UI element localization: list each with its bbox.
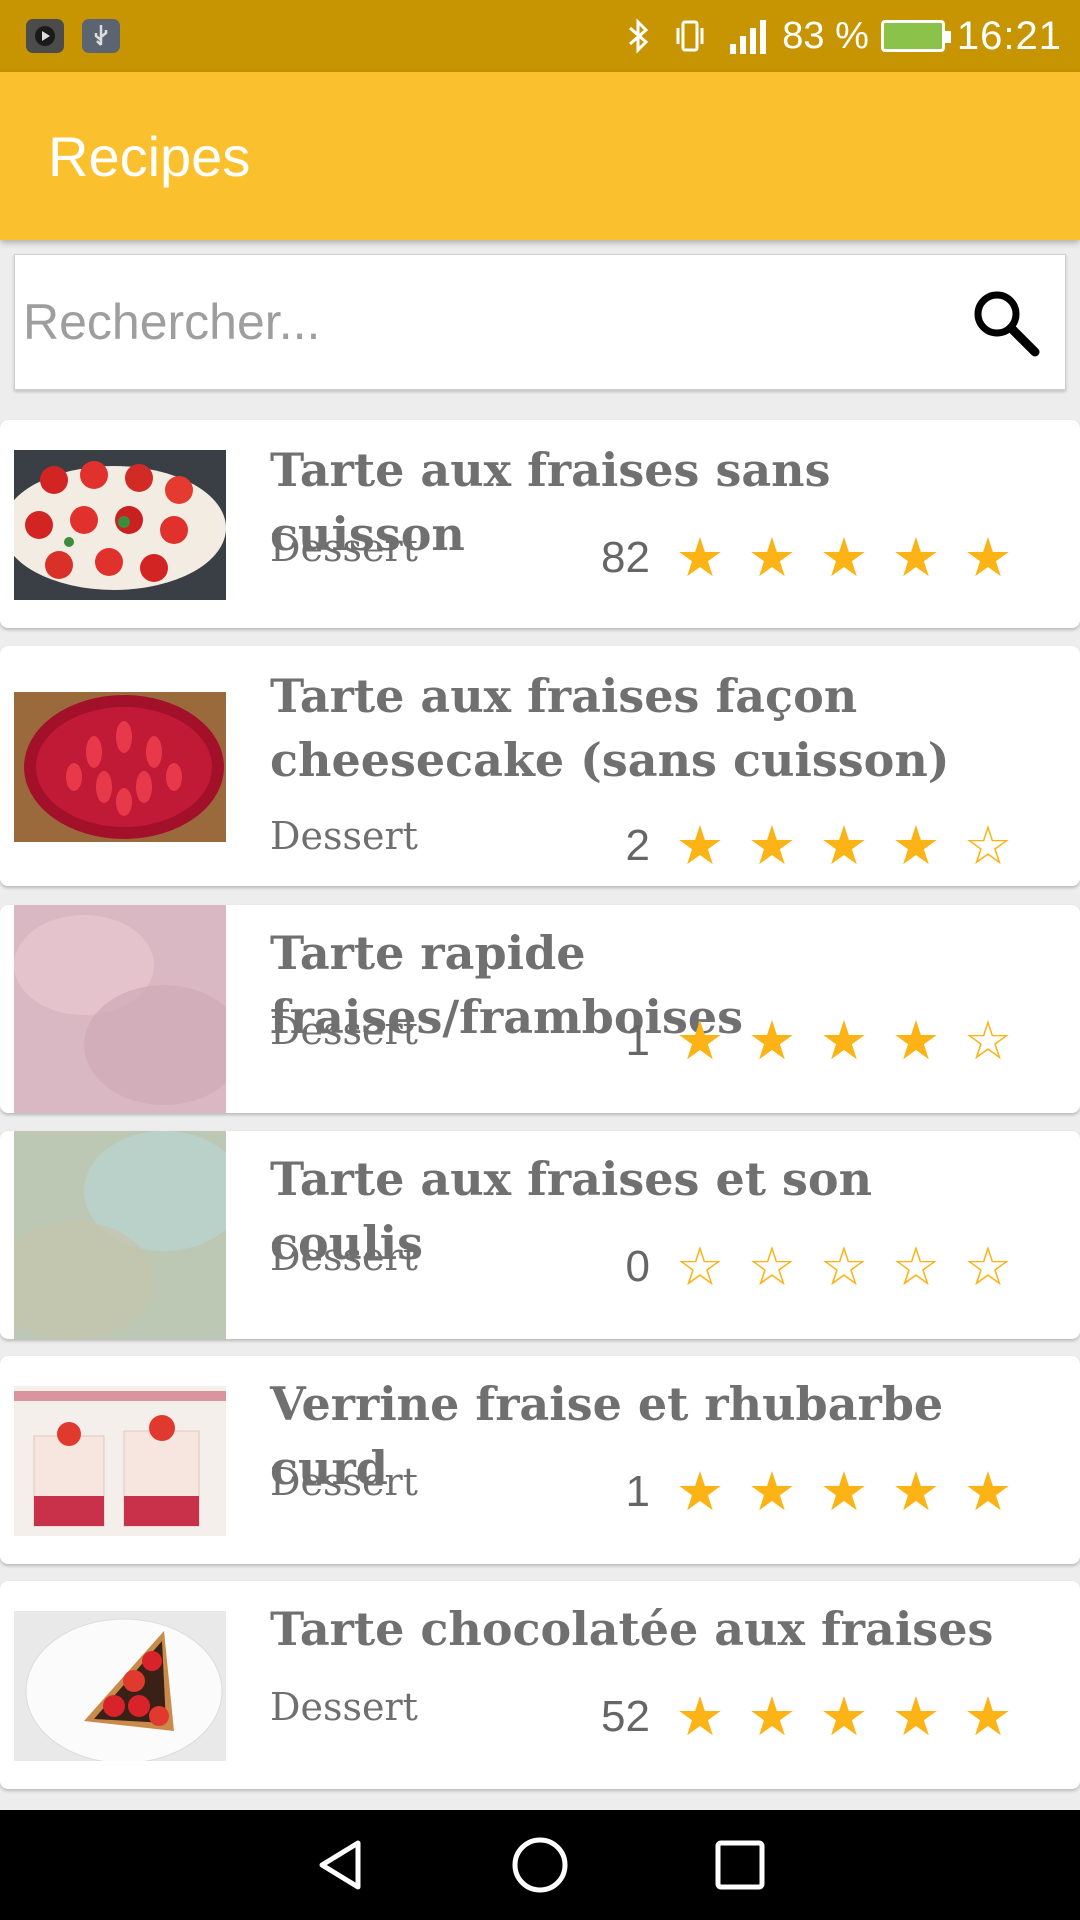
recipe-rating: 0 ☆ ☆ ☆ ☆ ☆ [626,1237,1024,1297]
star-filled-icon: ★ [819,816,869,876]
rating-count: 52 [601,1692,650,1741]
recipe-title: Tarte chocolatée aux fraises [270,1602,994,1656]
recipe-rating: 1 ★ ★ ★ ★ ★ [626,1462,1024,1522]
recipe-category: Dessert [270,1685,418,1729]
recipe-title: Tarte aux fraises façon cheesecake (sans… [270,669,950,787]
signal-icon [730,20,767,54]
star-filled-icon: ★ [819,1462,869,1522]
star-empty-icon: ☆ [963,1237,1013,1297]
star-filled-icon: ★ [675,1011,725,1071]
star-empty-icon: ☆ [891,1237,941,1297]
usb-icon [82,19,120,53]
back-icon[interactable] [310,1835,370,1895]
recipe-category: Dessert [270,526,418,570]
rating-count: 0 [625,1242,650,1291]
star-filled-icon: ★ [891,1011,941,1071]
status-bar: 83 % 16:21 [0,0,1080,72]
star-empty-icon: ☆ [963,816,1013,876]
recipe-card[interactable]: Tarte aux fraises sans cuisson Dessert 8… [0,420,1080,628]
media-app-notification-icon [26,19,64,53]
battery-percentage: 83 % [782,14,869,57]
recipe-rating: 1 ★ ★ ★ ★ ☆ [626,1011,1024,1071]
app-bar: Recipes [0,72,1080,240]
recipe-thumbnail [14,1131,226,1339]
star-filled-icon: ★ [747,1011,797,1071]
clock: 16:21 [956,13,1062,58]
search-icon[interactable] [969,286,1041,358]
recipe-thumbnail [14,905,226,1113]
system-navigation-bar [0,1810,1080,1920]
star-filled-icon: ★ [891,528,941,588]
star-filled-icon: ★ [891,1687,941,1747]
star-filled-icon: ★ [963,528,1013,588]
recipe-thumbnail [14,450,226,600]
star-filled-icon: ★ [963,1462,1013,1522]
rating-count: 1 [625,1467,650,1516]
star-filled-icon: ★ [891,1462,941,1522]
star-filled-icon: ★ [675,528,725,588]
star-empty-icon: ☆ [963,1011,1013,1071]
search-bar [14,254,1066,390]
star-filled-icon: ★ [747,528,797,588]
recipe-rating: 52 ★ ★ ★ ★ ★ [601,1687,1024,1747]
recipe-thumbnail [14,1386,226,1536]
recipe-card[interactable]: Tarte chocolatée aux fraises Dessert 52 … [0,1581,1080,1789]
rating-count: 82 [601,533,650,582]
star-filled-icon: ★ [819,528,869,588]
rating-count: 2 [625,821,650,870]
recipe-card[interactable]: Verrine fraise et rhubarbe curd Dessert … [0,1356,1080,1564]
home-icon[interactable] [510,1835,570,1895]
star-filled-icon: ★ [963,1687,1013,1747]
recipe-thumbnail [14,1611,226,1761]
recipe-rating: 2 ★ ★ ★ ★ ☆ [626,816,1024,876]
star-filled-icon: ★ [675,1462,725,1522]
recents-icon[interactable] [710,1835,770,1895]
star-empty-icon: ☆ [819,1237,869,1297]
recipe-rating: 82 ★ ★ ★ ★ ★ [601,528,1024,588]
star-filled-icon: ★ [675,816,725,876]
star-filled-icon: ★ [891,816,941,876]
recipe-category: Dessert [270,814,418,858]
star-filled-icon: ★ [819,1011,869,1071]
star-filled-icon: ★ [747,816,797,876]
star-empty-icon: ☆ [675,1237,725,1297]
star-filled-icon: ★ [747,1462,797,1522]
recipe-thumbnail [14,692,226,842]
star-filled-icon: ★ [819,1687,869,1747]
rating-count: 1 [625,1016,650,1065]
app-title: Recipes [48,124,251,188]
search-input[interactable] [23,293,923,351]
recipe-category: Dessert [270,1009,418,1053]
star-filled-icon: ★ [747,1687,797,1747]
recipe-card[interactable]: Tarte aux fraises façon cheesecake (sans… [0,646,1080,886]
vibrate-icon [676,20,704,52]
recipe-card[interactable]: Tarte rapide fraises/framboises Dessert … [0,905,1080,1113]
recipe-category: Dessert [270,1460,418,1504]
star-empty-icon: ☆ [747,1237,797,1297]
recipe-category: Dessert [270,1235,418,1279]
recipe-card[interactable]: Tarte aux fraises et son coulis Dessert … [0,1131,1080,1339]
star-filled-icon: ★ [675,1687,725,1747]
battery-charging-icon [880,20,951,52]
bluetooth-icon [629,18,649,54]
